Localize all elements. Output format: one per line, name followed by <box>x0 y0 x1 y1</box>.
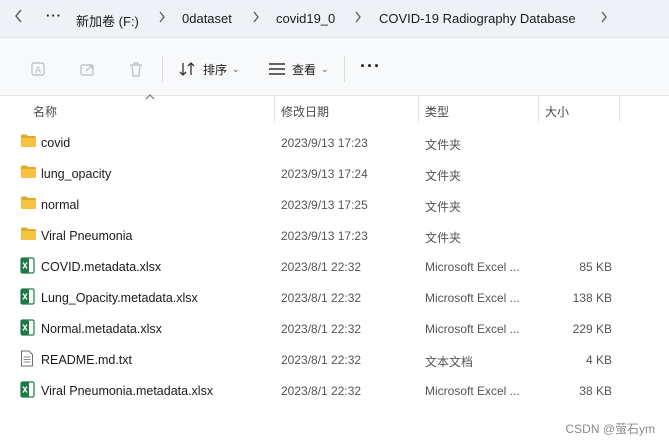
excel-file-icon <box>20 257 37 274</box>
file-row[interactable]: covid 2023/9/13 17:23 文件夹 <box>0 128 660 156</box>
file-size: 229 KB <box>572 322 612 336</box>
chevron-right-icon[interactable] <box>252 9 260 28</box>
file-date: 2023/8/1 22:32 <box>281 260 362 274</box>
file-date: 2023/9/13 17:24 <box>281 167 368 181</box>
breadcrumb-overflow-button[interactable]: ··· <box>46 8 62 23</box>
sort-label: 排序 <box>203 62 228 77</box>
file-row[interactable]: normal 2023/9/13 17:25 文件夹 <box>0 190 660 218</box>
file-date: 2023/8/1 22:32 <box>281 353 362 367</box>
toolbar-divider <box>344 56 345 82</box>
column-size-header[interactable]: 大小 <box>545 103 569 120</box>
folder-icon <box>20 133 37 149</box>
view-label: 查看 <box>292 62 317 77</box>
file-name: COVID.metadata.xlsx <box>41 260 162 274</box>
command-bar: A 排序 ⌄ 查看 ⌄ ··· <box>0 38 669 96</box>
file-type: 文件夹 <box>425 200 462 214</box>
view-button[interactable]: 查看 ⌄ <box>268 58 329 80</box>
file-type: 文本文档 <box>425 355 474 369</box>
excel-file-icon <box>20 319 37 336</box>
column-divider[interactable] <box>538 96 539 122</box>
file-date: 2023/9/13 17:25 <box>281 198 368 212</box>
excel-file-icon <box>20 288 37 305</box>
file-row[interactable]: COVID.metadata.xlsx 2023/8/1 22:32 Microso… <box>0 252 660 280</box>
file-size: 85 KB <box>579 260 612 274</box>
file-row[interactable]: Viral Pneumonia.metadata.xlsx 2023/8/1 22… <box>0 376 660 404</box>
chevron-down-icon: ⌄ <box>232 63 240 74</box>
file-type: Microsoft Excel ... <box>425 384 520 398</box>
file-row[interactable]: README.md.txt 2023/8/1 22:32 文本文档 4 KB <box>0 345 660 373</box>
column-divider[interactable] <box>418 96 419 122</box>
file-date: 2023/8/1 22:32 <box>281 291 362 305</box>
chevron-right-icon[interactable] <box>354 9 362 28</box>
file-type: Microsoft Excel ... <box>425 322 520 336</box>
file-row[interactable]: Lung_Opacity.metadata.xlsx 2023/8/1 22:32… <box>0 283 660 311</box>
toolbar-divider <box>162 56 163 82</box>
column-divider[interactable] <box>274 96 275 122</box>
sort-icon <box>179 62 195 76</box>
folder-icon <box>20 226 37 242</box>
file-date: 2023/9/13 17:23 <box>281 136 368 150</box>
view-icon <box>269 63 285 75</box>
file-name: Lung_Opacity.metadata.xlsx <box>41 291 198 305</box>
text-file-icon <box>20 350 37 367</box>
file-size: 138 KB <box>572 291 612 305</box>
file-name: README.md.txt <box>41 353 132 367</box>
chevron-right-icon[interactable] <box>600 9 608 28</box>
column-divider[interactable] <box>619 96 620 122</box>
sort-ascending-icon <box>145 93 155 104</box>
file-type: Microsoft Excel ... <box>425 260 520 274</box>
delete-icon[interactable] <box>127 60 147 78</box>
breadcrumb-item-dataset[interactable]: 0dataset <box>182 11 232 26</box>
breadcrumb-item-drive[interactable]: 新加卷 (F:) <box>76 11 139 30</box>
breadcrumb-item-covid19[interactable]: covid19_0 <box>276 11 335 26</box>
column-date-header[interactable]: 修改日期 <box>281 103 329 120</box>
file-size: 4 KB <box>585 353 612 367</box>
file-type: Microsoft Excel ... <box>425 291 520 305</box>
file-name: Normal.metadata.xlsx <box>41 322 162 336</box>
column-type-header[interactable]: 类型 <box>425 103 449 120</box>
column-name-header[interactable]: 名称 <box>33 103 57 120</box>
file-row[interactable]: Normal.metadata.xlsx 2023/8/1 22:32 Micros… <box>0 314 660 342</box>
file-name: lung_opacity <box>41 167 112 181</box>
file-date: 2023/9/13 17:23 <box>281 229 368 243</box>
column-header: 名称 修改日期 类型 大小 <box>0 93 669 124</box>
share-icon[interactable] <box>79 60 99 78</box>
excel-file-icon <box>20 381 37 398</box>
file-date: 2023/8/1 22:32 <box>281 384 362 398</box>
sort-button[interactable]: 排序 ⌄ <box>179 58 240 80</box>
file-type: 文件夹 <box>425 169 462 183</box>
file-name: covid <box>41 136 71 150</box>
chevron-left-icon[interactable] <box>14 8 24 27</box>
svg-text:A: A <box>35 66 42 76</box>
file-name: Viral Pneumonia.metadata.xlsx <box>41 384 214 398</box>
folder-icon <box>20 164 37 180</box>
file-name: normal <box>41 198 80 212</box>
rename-icon[interactable]: A <box>30 60 50 78</box>
address-bar: ··· 新加卷 (F:) 0dataset covid19_0 COVID-19… <box>0 0 669 38</box>
file-row[interactable]: Viral Pneumonia 2023/9/13 17:23 文件夹 <box>0 221 660 249</box>
file-type: 文件夹 <box>425 231 462 245</box>
folder-icon <box>20 195 37 211</box>
chevron-down-icon: ⌄ <box>321 63 329 74</box>
file-row[interactable]: lung_opacity 2023/9/13 17:24 文件夹 <box>0 159 660 187</box>
file-name: Viral Pneumonia <box>41 229 133 243</box>
file-date: 2023/8/1 22:32 <box>281 322 362 336</box>
more-options-button[interactable]: ··· <box>360 56 381 77</box>
watermark: CSDN @萤石ym <box>565 422 655 436</box>
file-size: 38 KB <box>579 384 612 398</box>
breadcrumb-item-current[interactable]: COVID-19 Radiography Database <box>379 11 576 26</box>
file-type: 文件夹 <box>425 138 462 152</box>
chevron-right-icon[interactable] <box>158 9 166 28</box>
